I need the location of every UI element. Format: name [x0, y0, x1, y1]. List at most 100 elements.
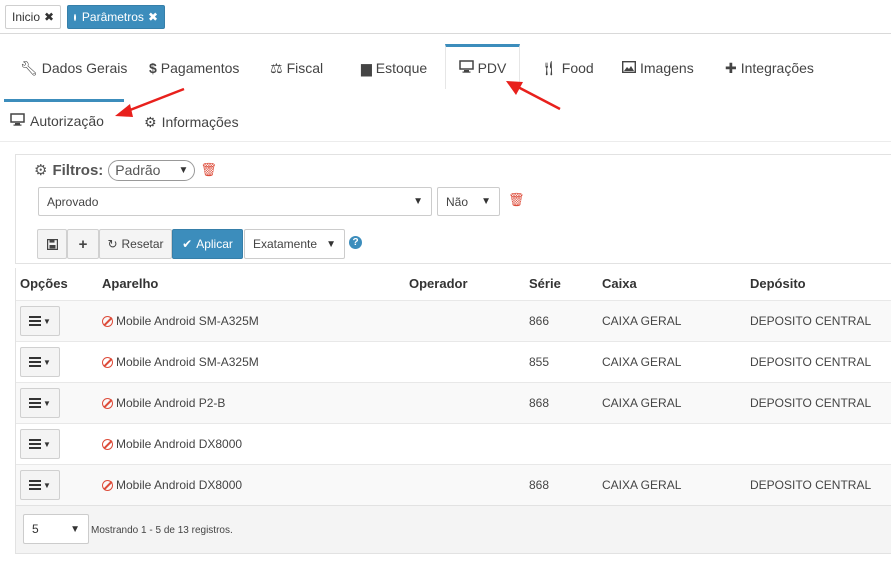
row-options-button[interactable]: ▼: [20, 306, 60, 336]
tab-dados-gerais[interactable]: 🔧︎ Dados Gerais: [16, 46, 131, 90]
save-button[interactable]: [37, 229, 67, 259]
reset-button[interactable]: ↻ Resetar: [99, 229, 172, 259]
image-icon: [621, 60, 637, 76]
bool-select[interactable]: Não ▼: [437, 187, 500, 216]
cell-serie: 855: [529, 355, 550, 369]
tab-imagens[interactable]: Imagens: [618, 46, 698, 90]
desktop-icon: [458, 60, 474, 76]
filter-preset-value: Padrão: [115, 162, 161, 178]
table-footer: 5 ▼ Mostrando 1 - 5 de 13 registros.: [16, 505, 891, 553]
col-header-caixa[interactable]: Caixa: [602, 276, 637, 291]
cell-caixa: CAIXA GERAL: [602, 355, 682, 369]
tab-food[interactable]: 🍴︎ Food: [536, 46, 598, 90]
desktop-icon: [10, 112, 25, 129]
menu-icon: [29, 357, 42, 367]
utensils-icon: 🍴︎: [540, 59, 558, 76]
tab-pagamentos[interactable]: $ Pagamentos: [145, 46, 243, 90]
table-row: ▼ Mobile Android P2-B 868 CAIXA GERAL DEPOSI…: [16, 382, 891, 423]
ban-icon: [102, 438, 113, 450]
caret-down-icon: ▼: [43, 398, 51, 408]
col-header-deposito[interactable]: Depósito: [750, 276, 806, 291]
row-options-button[interactable]: ▼: [20, 470, 60, 500]
caret-down-icon: ▼: [43, 316, 51, 326]
cell-caixa: CAIXA GERAL: [602, 478, 682, 492]
close-icon[interactable]: ✖: [44, 6, 54, 28]
tab-label: Integrações: [740, 60, 814, 76]
ban-icon: [102, 356, 113, 368]
trash-icon[interactable]: 🗑︎: [508, 192, 525, 208]
tab-fiscal[interactable]: ⚖ Fiscal: [266, 46, 327, 90]
trash-icon[interactable]: 🗑︎: [200, 162, 217, 178]
cell-aparelho: Mobile Android SM-A325M: [102, 342, 259, 382]
col-header-opcoes: Opções: [20, 276, 68, 291]
subtab-label: Informações: [161, 114, 239, 130]
subtab-informacoes[interactable]: ⚙ Informações: [138, 102, 245, 142]
doc-tab-params[interactable]: Parâmetros ✖: [67, 5, 165, 29]
cell-aparelho: Mobile Android DX8000: [102, 424, 242, 464]
tab-pdv[interactable]: PDV: [445, 44, 520, 89]
archive-icon: ▆: [361, 59, 372, 76]
match-mode-select[interactable]: Exatamente ▼: [244, 229, 345, 259]
cell-serie: 868: [529, 396, 550, 410]
ban-icon: [102, 479, 113, 491]
subtab-autorizacao[interactable]: Autorização: [4, 99, 124, 139]
tab-label: Imagens: [640, 60, 694, 76]
chevron-down-icon: ▼: [326, 238, 336, 250]
chevron-down-icon: ▼: [70, 523, 80, 535]
row-options-button[interactable]: ▼: [20, 388, 60, 418]
document-tabs: Inicio ✖ Parâmetros ✖: [0, 0, 891, 34]
menu-icon: [29, 398, 42, 408]
table-row: ▼ Mobile Android DX8000 868 CAIXA GERAL DEPO…: [16, 464, 891, 505]
doc-tab-home-label: Inicio: [12, 10, 41, 24]
wrench-icon: 🔧︎: [20, 59, 38, 76]
tab-label: PDV: [477, 60, 507, 76]
row-options-button[interactable]: ▼: [20, 347, 60, 377]
caret-down-icon: ▼: [43, 357, 51, 367]
menu-icon: [29, 439, 42, 449]
match-mode-value: Exatamente: [253, 237, 318, 251]
aparelho-text: Mobile Android SM-A325M: [116, 314, 259, 328]
cell-aparelho: Mobile Android P2-B: [102, 383, 225, 423]
check-icon: ✔: [182, 237, 193, 251]
aparelho-text: Mobile Android P2-B: [116, 396, 226, 410]
tab-estoque[interactable]: ▆ Estoque: [357, 46, 431, 90]
close-icon[interactable]: ✖: [148, 6, 158, 28]
gear-icon: ⚙: [144, 113, 157, 130]
chevron-down-icon: ▼: [178, 164, 189, 176]
puzzle-icon: ✚: [725, 59, 737, 76]
tab-label: Pagamentos: [160, 60, 240, 76]
status-value: Aprovado: [47, 194, 99, 209]
cell-deposito: DEPOSITO CENTRAL: [750, 355, 872, 369]
tab-label: Estoque: [375, 60, 428, 76]
cell-aparelho: Mobile Android DX8000: [102, 465, 242, 505]
menu-icon: [29, 316, 42, 326]
status-select[interactable]: Aprovado ▼: [38, 187, 432, 216]
tab-label: Dados Gerais: [41, 60, 128, 76]
ban-icon: [102, 315, 113, 327]
doc-tab-params-label: Parâmetros: [81, 10, 144, 24]
tab-label: Food: [561, 60, 594, 76]
divider: [0, 141, 891, 142]
tab-integracoes[interactable]: ✚ Integrações: [721, 46, 818, 90]
filters-legend: ⚙ Filtros: Padrão ▼ 🗑︎: [30, 159, 221, 181]
apply-button[interactable]: ✔ Aplicar: [172, 229, 243, 259]
table-row: ▼ Mobile Android SM-A325M 855 CAIXA GERAL DE…: [16, 341, 891, 382]
dot-icon: [74, 13, 76, 21]
refresh-icon: ↻: [107, 237, 118, 251]
help-icon[interactable]: ?: [349, 236, 362, 249]
page-size-select[interactable]: 5 ▼: [23, 514, 89, 544]
col-header-aparelho[interactable]: Aparelho: [102, 276, 158, 291]
cell-caixa: CAIXA GERAL: [602, 314, 682, 328]
apply-label: Aplicar: [196, 237, 233, 251]
row-options-button[interactable]: ▼: [20, 429, 60, 459]
add-filter-button[interactable]: +: [67, 229, 99, 259]
filter-preset-select[interactable]: Padrão ▼: [108, 159, 196, 181]
chevron-down-icon: ▼: [413, 196, 423, 207]
reset-label: Resetar: [121, 237, 164, 251]
cell-serie: 866: [529, 314, 550, 328]
doc-tab-home[interactable]: Inicio ✖: [5, 5, 61, 29]
cell-serie: 868: [529, 478, 550, 492]
col-header-serie[interactable]: Série: [529, 276, 561, 291]
records-summary: Mostrando 1 - 5 de 13 registros.: [91, 524, 233, 536]
col-header-operador[interactable]: Operador: [409, 276, 468, 291]
